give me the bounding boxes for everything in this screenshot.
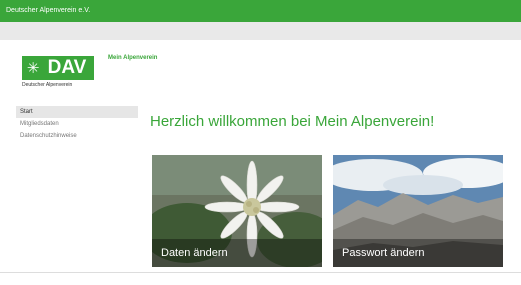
sidebar-item-datenschutz[interactable]: Datenschutzhinweise xyxy=(16,130,138,142)
window-title: Deutscher Alpenverein e.V. xyxy=(6,7,91,14)
window-title-bar: Deutscher Alpenverein e.V. xyxy=(0,0,521,22)
sidebar: Start Mitgliedsdaten Datenschutzhinweise xyxy=(16,106,138,166)
sidebar-item-start[interactable]: Start xyxy=(16,106,138,118)
sidebar-item-mitgliedsdaten[interactable]: Mitgliedsdaten xyxy=(16,118,138,130)
tile-passwort-aendern[interactable]: Passwort ändern xyxy=(333,155,503,267)
tile-label: Daten ändern xyxy=(152,239,322,267)
divider xyxy=(0,272,521,273)
logo-mark: ✳ DAV xyxy=(22,56,94,80)
tile-label: Passwort ändern xyxy=(333,239,503,267)
page-title: Herzlich willkommen bei Mein Alpenverein… xyxy=(150,113,435,130)
dav-logo[interactable]: ✳ DAV Deutscher Alpenverein xyxy=(22,56,100,90)
browser-toolbar xyxy=(0,22,521,40)
tile-daten-aendern[interactable]: Daten ändern xyxy=(152,155,322,267)
logo-subtitle: Deutscher Alpenverein xyxy=(22,82,73,88)
edelweiss-icon: ✳ xyxy=(26,59,40,77)
nav-link-mein-alpenverein[interactable]: Mein Alpenverein xyxy=(108,55,157,61)
logo-text: DAV xyxy=(47,57,87,78)
